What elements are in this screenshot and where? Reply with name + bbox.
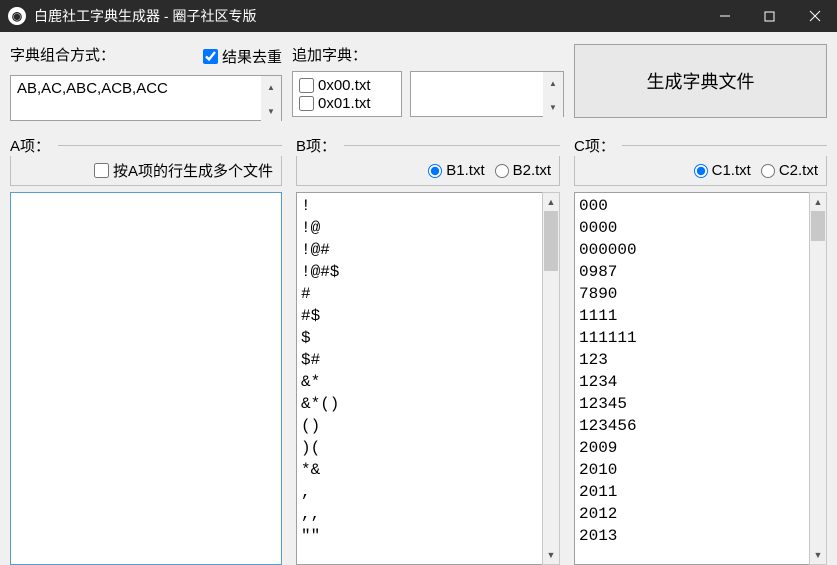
col-b-radio-b2-input[interactable] (495, 164, 509, 178)
col-c-listbox[interactable]: 000 0000 000000 0987 7890 1111 111111 12… (574, 192, 809, 565)
minimize-button[interactable] (702, 0, 747, 32)
maximize-button[interactable] (747, 0, 792, 32)
spin-up-icon[interactable]: ▲ (543, 72, 563, 96)
titlebar: ◉ 白鹿社工字典生成器 - 圈子社区专版 (0, 0, 837, 32)
spin-down-icon[interactable]: ▼ (261, 100, 281, 124)
app-icon: ◉ (8, 7, 26, 25)
col-c-scrollbar[interactable]: ▲ ▼ (809, 192, 827, 565)
append-textarea[interactable] (410, 71, 564, 117)
col-b-radio-b2[interactable]: B2.txt (495, 162, 551, 179)
combo-mode-textarea[interactable] (10, 75, 282, 121)
scroll-thumb[interactable] (544, 211, 558, 271)
col-c-radio-c1[interactable]: C1.txt (694, 162, 751, 179)
scroll-track[interactable] (543, 211, 559, 546)
scroll-up-icon[interactable]: ▲ (543, 193, 559, 211)
col-c-title: C项： (574, 135, 619, 156)
scroll-up-icon[interactable]: ▲ (810, 193, 826, 211)
spin-down-icon[interactable]: ▼ (543, 96, 563, 120)
spin-up-icon[interactable]: ▲ (261, 76, 281, 100)
col-a-title: A项： (10, 135, 54, 156)
dedupe-checkbox-wrap[interactable]: 结果去重 (203, 46, 282, 67)
col-c-radio-c1-input[interactable] (694, 164, 708, 178)
append-check-0x01[interactable]: 0x01.txt (299, 95, 395, 112)
append-check-list: 0x00.txt 0x01.txt (292, 71, 402, 117)
append-dict-label: 追加字典： (292, 44, 564, 65)
col-b-radio-b1-input[interactable] (428, 164, 442, 178)
col-b-scrollbar[interactable]: ▲ ▼ (542, 192, 560, 565)
dedupe-checkbox[interactable] (203, 49, 218, 64)
col-a-listbox[interactable] (10, 192, 282, 565)
generate-button[interactable]: 生成字典文件 (574, 44, 827, 118)
close-button[interactable] (792, 0, 837, 32)
col-b-listbox[interactable]: ! !@ !@# !@#$ # #$ $ $# &* &*() () )( *&… (296, 192, 542, 565)
append-spin[interactable]: ▲ ▼ (543, 72, 563, 119)
col-a-multi-file-checkbox[interactable] (94, 163, 109, 178)
combo-spin[interactable]: ▲ ▼ (261, 76, 281, 123)
col-b-radio-b1[interactable]: B1.txt (428, 162, 484, 179)
append-check-0x01-box[interactable] (299, 96, 314, 111)
scroll-track[interactable] (810, 211, 826, 546)
col-a-multi-file-wrap[interactable]: 按A项的行生成多个文件 (94, 160, 273, 181)
col-c-radio-c2[interactable]: C2.txt (761, 162, 818, 179)
combo-mode-label: 字典组合方式： (10, 44, 115, 65)
append-check-0x00[interactable]: 0x00.txt (299, 77, 395, 94)
dedupe-label: 结果去重 (222, 46, 282, 67)
col-b-title: B项： (296, 135, 340, 156)
col-c-radio-c2-input[interactable] (761, 164, 775, 178)
window-title: 白鹿社工字典生成器 - 圈子社区专版 (34, 6, 702, 26)
append-check-0x00-box[interactable] (299, 78, 314, 93)
scroll-thumb[interactable] (811, 211, 825, 241)
